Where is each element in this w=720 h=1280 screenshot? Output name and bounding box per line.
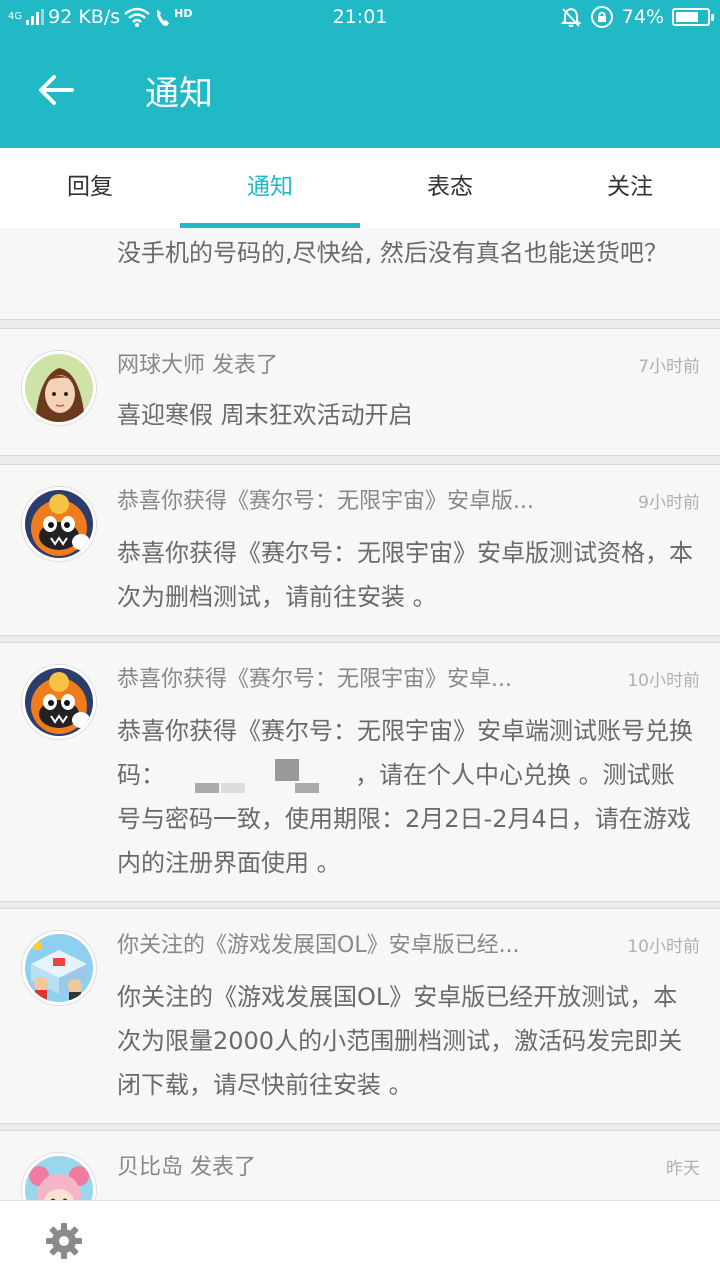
tab-reactions[interactable]: 表态 bbox=[360, 148, 540, 228]
seer-game-icon bbox=[22, 487, 96, 561]
tab-following[interactable]: 关注 bbox=[540, 148, 720, 228]
seer-game-icon bbox=[22, 665, 96, 739]
notification-card[interactable]: 贝比岛 发表了 昨天 bbox=[0, 1130, 720, 1200]
notification-card[interactable]: 没手机的号码的,尽快给, 然后没有真名也能送货吧？ bbox=[0, 228, 720, 320]
status-bar: 4G 92 KB/s HD 21:01 74% bbox=[0, 0, 720, 36]
battery-icon bbox=[672, 8, 714, 26]
notification-time: 10小时前 bbox=[627, 671, 700, 691]
notification-time: 9小时前 bbox=[638, 493, 700, 513]
back-arrow-icon bbox=[39, 75, 74, 105]
tab-replies[interactable]: 回复 bbox=[0, 148, 180, 228]
rotation-lock-icon bbox=[590, 6, 613, 28]
notification-body: 恭喜你获得《赛尔号：无限宇宙》安卓端测试账号兑换码： ，请在个人中心兑换 。测试… bbox=[117, 709, 697, 885]
notification-card[interactable]: 你关注的《游戏发展国OL》安卓版已经... 10小时前 你关注的《游戏发展国OL… bbox=[0, 908, 720, 1124]
gear-icon bbox=[46, 1223, 82, 1259]
settings-button[interactable] bbox=[42, 1219, 86, 1263]
girl-avatar-icon bbox=[22, 351, 96, 425]
tab-bar: 回复 通知 表态 关注 bbox=[0, 148, 720, 228]
notification-title: 恭喜你获得《赛尔号：无限宇宙》安卓版... bbox=[117, 489, 534, 514]
beibi-island-icon bbox=[22, 1153, 96, 1200]
status-right: 74% bbox=[560, 5, 714, 29]
notification-title: 恭喜你获得《赛尔号：无限宇宙》安卓... bbox=[117, 667, 512, 692]
notification-title: 贝比岛 发表了 bbox=[117, 1155, 256, 1180]
top-bar: 4G 92 KB/s HD 21:01 74% 通知 bbox=[0, 0, 720, 148]
notification-card[interactable]: 恭喜你获得《赛尔号：无限宇宙》安卓版... 9小时前 恭喜你获得《赛尔号：无限宇… bbox=[0, 464, 720, 636]
page-title: 通知 bbox=[145, 74, 213, 114]
tab-notifications[interactable]: 通知 bbox=[180, 148, 360, 228]
notification-body: 恭喜你获得《赛尔号：无限宇宙》安卓版测试资格，本次为删档测试，请前往安装 。 bbox=[117, 539, 693, 611]
notification-time: 10小时前 bbox=[627, 937, 700, 957]
app-bar: 通知 bbox=[0, 36, 720, 148]
notification-body: 你关注的《游戏发展国OL》安卓版已经开放测试，本次为限量2000人的小范围删档测… bbox=[117, 983, 683, 1099]
notification-title: 你关注的《游戏发展国OL》安卓版已经... bbox=[117, 933, 520, 958]
game-dev-story-icon bbox=[22, 931, 96, 1005]
mute-bell-icon bbox=[560, 7, 582, 27]
redacted-code bbox=[165, 759, 355, 793]
notification-list[interactable]: 没手机的号码的,尽快给, 然后没有真名也能送货吧？ 网球大师 发表了 7小时前 … bbox=[0, 228, 720, 1200]
notification-time: 7小时前 bbox=[638, 357, 700, 377]
back-button[interactable] bbox=[28, 62, 84, 118]
notification-body: 喜迎寒假 周末狂欢活动开启 bbox=[117, 401, 413, 429]
notification-card[interactable]: 网球大师 发表了 7小时前 喜迎寒假 周末狂欢活动开启 bbox=[0, 328, 720, 456]
battery-percent: 74% bbox=[621, 6, 664, 28]
notification-time: 昨天 bbox=[666, 1159, 700, 1179]
notification-card[interactable]: 恭喜你获得《赛尔号：无限宇宙》安卓... 10小时前 恭喜你获得《赛尔号：无限宇… bbox=[0, 642, 720, 902]
notification-body: 没手机的号码的,尽快给, 然后没有真名也能送货吧？ bbox=[117, 239, 668, 267]
bottom-bar bbox=[0, 1200, 720, 1280]
notification-title: 网球大师 发表了 bbox=[117, 353, 278, 378]
